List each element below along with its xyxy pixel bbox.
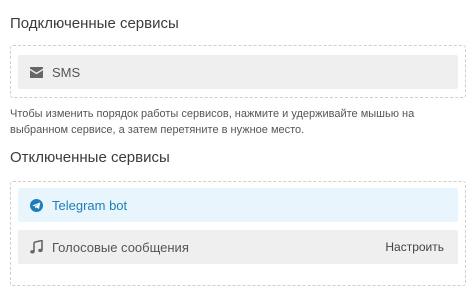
disconnected-services-title: Отключенные сервисы [10,149,170,166]
service-item-telegram-bot[interactable]: Telegram bot [18,188,458,222]
music-note-icon [29,240,43,254]
services-panel: Подключенные сервисы SMS Чтобы изменить … [0,0,474,298]
connected-services-title: Подключенные сервисы [10,15,179,32]
envelope-icon [29,65,43,79]
connected-services-dropzone[interactable]: SMS [10,45,466,98]
disconnected-services-dropzone[interactable]: Telegram bot Голосовые сообщения Настрои… [10,181,466,286]
service-item-voice-messages[interactable]: Голосовые сообщения Настроить [18,230,458,264]
service-label-sms: SMS [52,64,81,80]
telegram-icon [29,198,43,212]
service-label-telegram-bot: Telegram bot [52,197,128,213]
service-label-voice-messages: Голосовые сообщения [52,239,189,255]
configure-voice-messages-link[interactable]: Настроить [385,240,444,254]
reorder-hint-text: Чтобы изменить порядок работы сервисов, … [10,108,415,136]
service-item-sms[interactable]: SMS [18,55,458,89]
